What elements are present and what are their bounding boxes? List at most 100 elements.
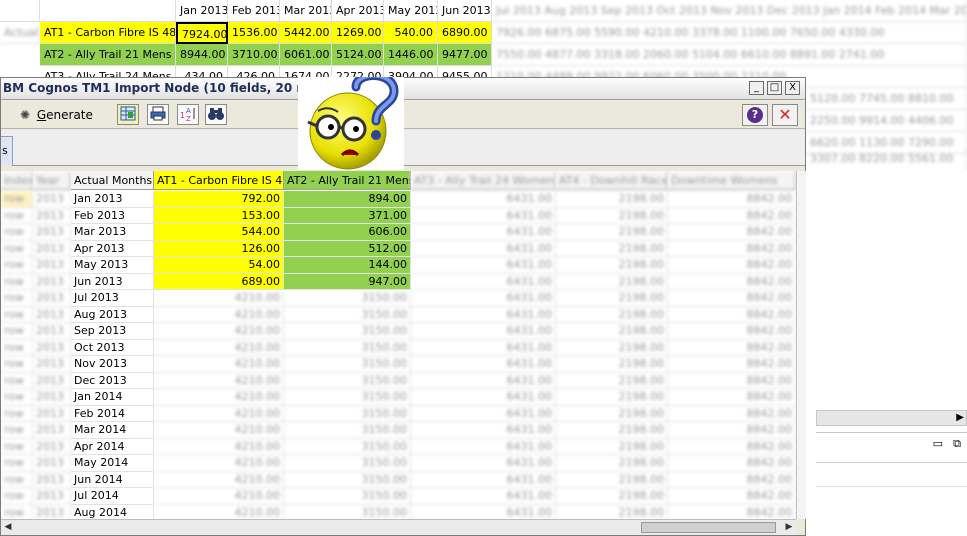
row-label[interactable]: AT1 - Carbon Fibre IS 48 <box>40 22 176 44</box>
binoculars-icon[interactable] <box>205 104 227 125</box>
at1-value-cell[interactable]: 4210.00 <box>154 356 284 373</box>
maximize-button[interactable]: □ <box>767 81 782 95</box>
at2-value-cell[interactable]: 894.00 <box>284 191 411 208</box>
month-cell[interactable]: Jun 2013 <box>71 273 154 290</box>
month-cell[interactable]: Jul 2013 <box>71 290 154 307</box>
column-header-blurred[interactable]: Index <box>1 171 33 190</box>
month-header[interactable]: May 2013 <box>384 0 438 22</box>
blurred-cell[interactable]: 6431.00 <box>411 224 556 241</box>
blurred-cell[interactable]: row <box>1 257 33 274</box>
column-header-at2[interactable]: AT2 - Ally Trail 21 Mens <box>284 171 411 190</box>
blurred-cell[interactable]: 2198.00 <box>556 422 668 439</box>
month-header[interactable]: Jun 2013 <box>438 0 492 22</box>
blurred-cell[interactable]: row <box>1 240 33 257</box>
blurred-cell[interactable]: 6431.00 <box>411 422 556 439</box>
blurred-cell[interactable]: 2013 <box>33 422 71 439</box>
blurred-cell[interactable]: 2013 <box>33 224 71 241</box>
at1-value-cell[interactable]: 4210.00 <box>154 405 284 422</box>
blurred-cell[interactable]: 2198.00 <box>556 504 668 519</box>
blurred-cell[interactable]: 2013 <box>33 389 71 406</box>
at1-value-cell[interactable]: 4210.00 <box>154 372 284 389</box>
column-header-blurred[interactable]: AT4 - Downhill Race <box>556 171 668 190</box>
blurred-cell[interactable]: 2198.00 <box>556 323 668 340</box>
month-cell[interactable]: Jun 2014 <box>71 471 154 488</box>
restore-icon[interactable]: ⧉ <box>953 437 961 451</box>
blurred-cell[interactable]: 2198.00 <box>556 339 668 356</box>
blurred-cell[interactable]: 2198.00 <box>556 471 668 488</box>
at2-value-cell[interactable]: 3150.00 <box>284 306 411 323</box>
blurred-cell[interactable]: row <box>1 372 33 389</box>
row-label[interactable]: AT2 - Ally Trail 21 Mens <box>40 44 176 66</box>
blurred-cell[interactable]: 2198.00 <box>556 257 668 274</box>
blurred-cell[interactable]: row <box>1 504 33 519</box>
blurred-cell[interactable]: 2198.00 <box>556 240 668 257</box>
blurred-cell[interactable]: 2198.00 <box>556 191 668 208</box>
column-header-blurred[interactable]: Year <box>33 171 71 190</box>
blurred-cell[interactable]: 2013 <box>33 290 71 307</box>
blurred-cell[interactable]: row <box>1 356 33 373</box>
blurred-cell[interactable]: row <box>1 191 33 208</box>
blurred-cell[interactable]: 2198.00 <box>556 273 668 290</box>
table-icon[interactable] <box>117 104 139 125</box>
blurred-cell[interactable]: row <box>1 224 33 241</box>
blurred-cell[interactable]: 2013 <box>33 455 71 472</box>
blurred-cell[interactable]: 6431.00 <box>411 240 556 257</box>
at1-value-cell[interactable]: 4210.00 <box>154 339 284 356</box>
value-cell[interactable]: 9477.00 <box>438 44 492 66</box>
at2-value-cell[interactable]: 3150.00 <box>284 405 411 422</box>
blurred-cell[interactable]: 2013 <box>33 356 71 373</box>
at2-value-cell[interactable]: 3150.00 <box>284 455 411 472</box>
at2-value-cell[interactable]: 3150.00 <box>284 356 411 373</box>
value-cell[interactable]: 540.00 <box>384 22 438 44</box>
blurred-cell[interactable]: 2013 <box>33 405 71 422</box>
blurred-cell[interactable]: 6431.00 <box>411 257 556 274</box>
at2-value-cell[interactable]: 512.00 <box>284 240 411 257</box>
minimize-button[interactable]: _ <box>749 81 764 95</box>
blurred-cell[interactable]: 6431.00 <box>411 471 556 488</box>
at1-value-cell[interactable]: 4210.00 <box>154 471 284 488</box>
scroll-right-arrow-icon[interactable]: ▶ <box>784 522 794 532</box>
blurred-cell[interactable]: row <box>1 323 33 340</box>
blurred-cell[interactable]: 8842.00 <box>668 455 796 472</box>
month-cell[interactable]: May 2014 <box>71 455 154 472</box>
month-cell[interactable]: May 2013 <box>71 257 154 274</box>
blurred-cell[interactable]: 8842.00 <box>668 405 796 422</box>
value-cell[interactable]: 5442.00 <box>280 22 332 44</box>
at1-value-cell[interactable]: 153.00 <box>154 207 284 224</box>
blurred-cell[interactable]: 6431.00 <box>411 488 556 505</box>
at1-value-cell[interactable]: 126.00 <box>154 240 284 257</box>
month-cell[interactable]: Jan 2013 <box>71 191 154 208</box>
blurred-cell[interactable]: 2013 <box>33 339 71 356</box>
month-cell[interactable]: Nov 2013 <box>71 356 154 373</box>
blurred-cell[interactable]: 6431.00 <box>411 207 556 224</box>
blurred-cell[interactable]: 8842.00 <box>668 240 796 257</box>
blurred-cell[interactable]: 2198.00 <box>556 438 668 455</box>
blurred-cell[interactable]: 8842.00 <box>668 356 796 373</box>
at1-value-cell[interactable]: 4210.00 <box>154 438 284 455</box>
blurred-cell[interactable]: row <box>1 405 33 422</box>
close-dialog-button[interactable]: ✕ <box>772 104 798 126</box>
blurred-cell[interactable]: 2013 <box>33 372 71 389</box>
blurred-cell[interactable]: 2013 <box>33 438 71 455</box>
blurred-cell[interactable]: 2198.00 <box>556 488 668 505</box>
blurred-cell[interactable]: 2013 <box>33 504 71 519</box>
month-cell[interactable]: Jul 2014 <box>71 488 154 505</box>
blurred-cell[interactable]: row <box>1 455 33 472</box>
blurred-cell[interactable]: 8842.00 <box>668 372 796 389</box>
horizontal-scrollbar[interactable]: ◀ ▶ <box>1 519 796 535</box>
blurred-cell[interactable]: row <box>1 339 33 356</box>
month-header[interactable]: Jan 2013 <box>176 0 228 22</box>
blurred-cell[interactable]: 6431.00 <box>411 356 556 373</box>
blurred-cell[interactable]: row <box>1 389 33 406</box>
at2-value-cell[interactable]: 371.00 <box>284 207 411 224</box>
blurred-cell[interactable]: 6431.00 <box>411 438 556 455</box>
blurred-cell[interactable]: 6431.00 <box>411 339 556 356</box>
blurred-cell[interactable]: 2013 <box>33 191 71 208</box>
blurred-cell[interactable]: 6431.00 <box>411 306 556 323</box>
blurred-cell[interactable]: row <box>1 273 33 290</box>
blurred-cell[interactable]: 8842.00 <box>668 389 796 406</box>
blurred-cell[interactable]: 8842.00 <box>668 422 796 439</box>
month-cell[interactable]: Mar 2014 <box>71 422 154 439</box>
value-cell[interactable]: 5124.00 <box>332 44 384 66</box>
scroll-right-arrow-icon[interactable]: ▶ <box>956 411 964 425</box>
